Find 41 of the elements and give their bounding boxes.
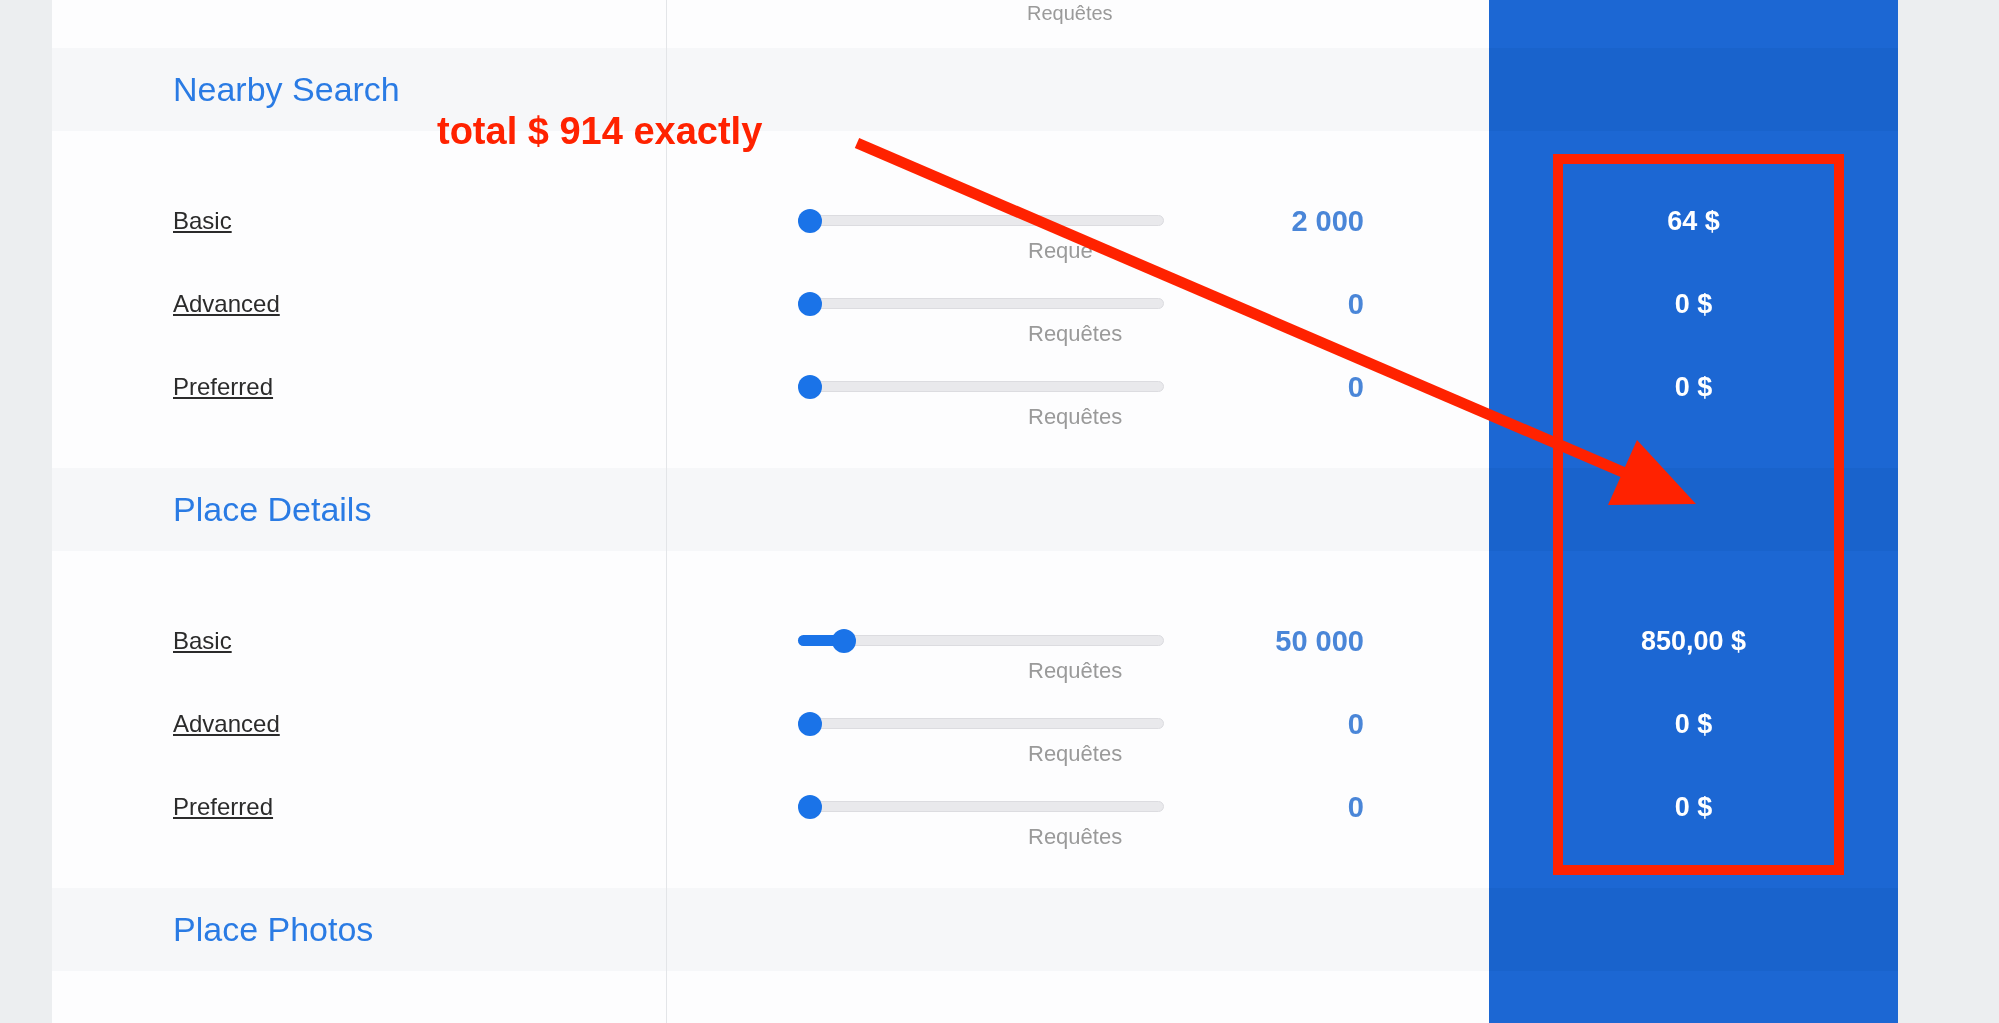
price: 64 $	[1667, 208, 1720, 238]
price: 850,00 $	[1640, 628, 1747, 658]
request-count: 0	[1346, 374, 1364, 405]
slider[interactable]	[798, 711, 1164, 736]
annotation-text: total $ 914 exactly	[437, 110, 763, 152]
slider-thumb[interactable]	[798, 209, 822, 233]
request-count: 0	[1346, 794, 1364, 825]
request-count: 2 000	[1290, 208, 1364, 239]
row-label[interactable]: Advanced	[173, 290, 280, 317]
unit-caption: Requêtes	[1027, 2, 1113, 24]
unit-caption: Requêtes	[1028, 825, 1123, 849]
slider[interactable]	[798, 794, 1164, 819]
price: 0 $	[1674, 291, 1713, 321]
unit-caption: Requêtes	[1028, 742, 1123, 766]
slider-thumb[interactable]	[832, 629, 857, 653]
request-count: 0	[1346, 291, 1364, 322]
unit-caption: Requêtes	[1028, 659, 1123, 683]
section-title: Place Photos	[173, 910, 375, 949]
slider[interactable]	[798, 291, 1164, 316]
request-count: 50 000	[1274, 628, 1364, 659]
price: 0 $	[1674, 711, 1713, 741]
row-label[interactable]: Advanced	[173, 710, 280, 737]
unit-caption: Requêtes	[1028, 405, 1123, 429]
slider[interactable]	[798, 208, 1164, 233]
section-title: Nearby Search	[173, 70, 401, 109]
slider-thumb[interactable]	[798, 712, 822, 736]
unit-caption: Requêtes	[1028, 322, 1123, 346]
price: 0 $	[1674, 374, 1713, 404]
row-label[interactable]: Basic	[173, 627, 232, 654]
request-count: 0	[1346, 711, 1364, 742]
slider[interactable]	[798, 628, 1164, 653]
row-label[interactable]: Basic	[173, 207, 232, 234]
slider-thumb[interactable]	[798, 375, 822, 399]
row-label[interactable]: Preferred	[173, 373, 274, 400]
unit-caption: Reque	[1028, 239, 1093, 263]
slider-thumb[interactable]	[798, 292, 822, 316]
row-label[interactable]: Preferred	[173, 793, 274, 820]
section-title: Place Details	[173, 490, 373, 529]
slider-thumb[interactable]	[798, 795, 822, 819]
price: 0 $	[1674, 794, 1713, 824]
slider[interactable]	[798, 374, 1164, 399]
